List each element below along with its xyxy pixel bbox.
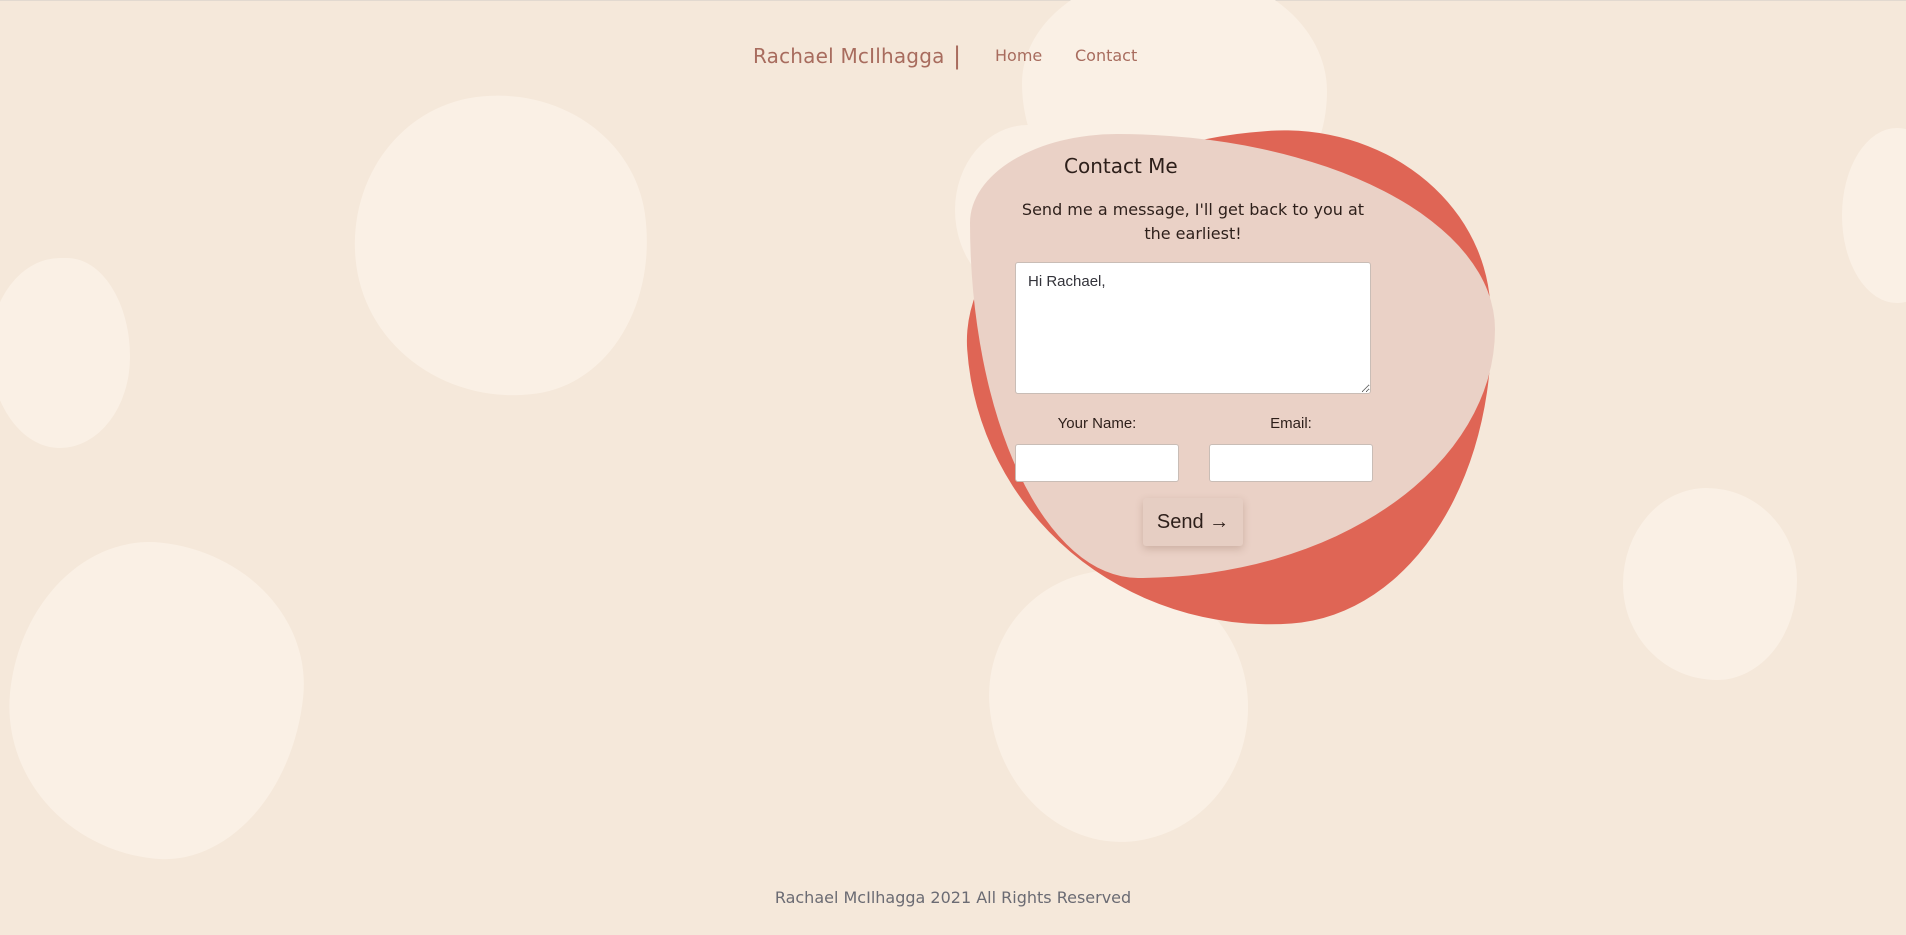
background-blob bbox=[335, 76, 668, 416]
background-blob bbox=[0, 528, 318, 873]
message-textarea[interactable]: Hi Rachael, bbox=[1015, 262, 1371, 394]
contact-subtitle: Send me a message, I'll get back to you … bbox=[1021, 200, 1365, 243]
brand-separator: | bbox=[953, 42, 962, 70]
email-label: Email: bbox=[1270, 415, 1312, 432]
name-label: Your Name: bbox=[1057, 415, 1137, 432]
email-input[interactable] bbox=[1209, 444, 1373, 482]
top-nav: Rachael McIlhagga | Home Contact bbox=[0, 42, 1906, 74]
send-button[interactable]: Send → bbox=[1143, 498, 1243, 546]
top-rule bbox=[0, 0, 1906, 1]
name-input[interactable] bbox=[1015, 444, 1179, 482]
background-blob bbox=[1842, 128, 1906, 303]
contact-title: Contact Me bbox=[1064, 154, 1178, 178]
nav-link-contact[interactable]: Contact bbox=[1075, 46, 1137, 65]
footer-copyright: Rachael McIlhagga 2021 All Rights Reserv… bbox=[774, 888, 1132, 907]
brand-name[interactable]: Rachael McIlhagga bbox=[753, 44, 945, 68]
nav-link-home[interactable]: Home bbox=[995, 46, 1042, 65]
background-blob bbox=[0, 258, 130, 448]
background-blob bbox=[1623, 488, 1797, 680]
